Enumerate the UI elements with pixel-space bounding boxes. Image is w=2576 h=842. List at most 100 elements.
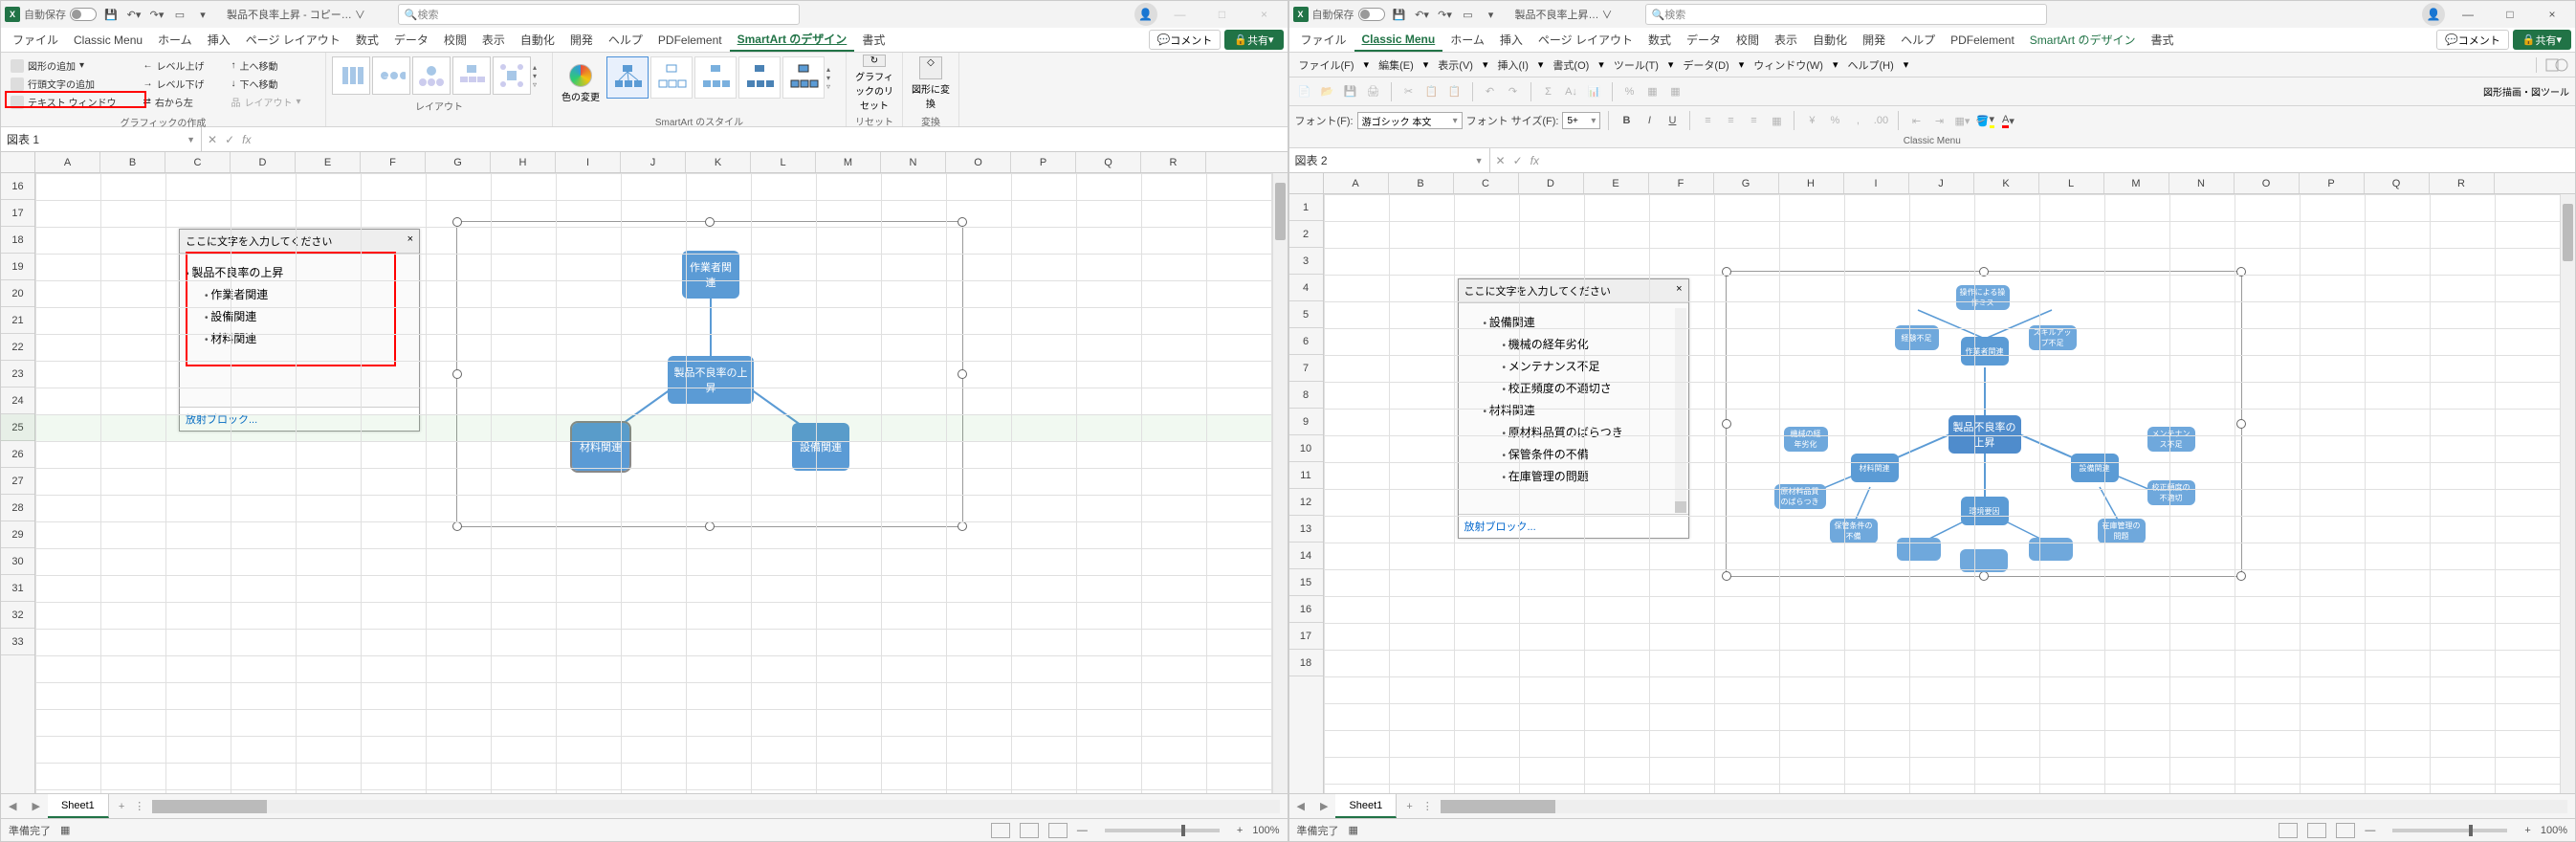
col-header[interactable]: D bbox=[1519, 173, 1584, 193]
qat-sort-icon[interactable]: ▾ bbox=[1481, 4, 1502, 25]
cut-icon[interactable]: ✂ bbox=[1399, 82, 1419, 101]
cm-insert[interactable]: 挿入(I) bbox=[1493, 57, 1531, 73]
view-break-icon[interactable] bbox=[2336, 823, 2355, 838]
tab-review[interactable]: 校閲 bbox=[1728, 28, 1767, 52]
col-header[interactable]: L bbox=[2039, 173, 2104, 193]
demote-button[interactable]: → レベル下げ bbox=[139, 75, 208, 93]
textpane-item[interactable]: 材料関連 bbox=[186, 327, 413, 349]
row-header[interactable]: 32 bbox=[1, 602, 34, 629]
align-center-icon[interactable]: ≡ bbox=[1721, 111, 1740, 130]
convert-button[interactable]: ◇図形に変換 bbox=[909, 56, 953, 110]
cm-tools[interactable]: ツール(T) bbox=[1610, 57, 1662, 73]
borders-icon[interactable]: ▦▾ bbox=[1952, 111, 1971, 130]
paste-icon[interactable]: 📋 bbox=[1445, 82, 1464, 101]
col-header[interactable]: O bbox=[946, 152, 1011, 172]
qat-redo-icon[interactable]: ↷▾ bbox=[146, 4, 167, 25]
sa-node-l2[interactable]: 材料関連 bbox=[1851, 454, 1899, 482]
tab-view[interactable]: 表示 bbox=[1767, 28, 1805, 52]
row-header[interactable]: 1 bbox=[1289, 194, 1323, 221]
rtl-button[interactable]: ⇄ 右から左 bbox=[139, 93, 208, 111]
sa-node-l3[interactable] bbox=[2029, 538, 2073, 561]
layout-button[interactable]: 品 レイアウト ▾ bbox=[227, 93, 304, 111]
user-avatar-icon[interactable]: 👤 bbox=[1134, 3, 1157, 26]
col-header[interactable]: A bbox=[35, 152, 100, 172]
cancel-icon[interactable]: ✕ bbox=[208, 133, 217, 146]
open-icon[interactable]: 📂 bbox=[1318, 82, 1337, 101]
close-button[interactable]: × bbox=[2533, 1, 2571, 28]
qat-undo-icon[interactable]: ↶▾ bbox=[123, 4, 144, 25]
row-header[interactable]: 21 bbox=[1, 307, 34, 334]
align-right-icon[interactable]: ≡ bbox=[1744, 111, 1763, 130]
row-header[interactable]: 18 bbox=[1, 227, 34, 254]
add-shape-button[interactable]: 図形の追加 ▾ bbox=[7, 56, 120, 75]
row-header[interactable]: 33 bbox=[1, 629, 34, 655]
search-input[interactable]: 🔍 検索 bbox=[398, 4, 800, 25]
smartart-canvas[interactable]: 製品不良率の上昇 作業者関連 設備関連 材料関連 環境要因 操作による操作ミス … bbox=[1726, 271, 2242, 577]
bold-button[interactable]: B bbox=[1617, 111, 1636, 130]
qat-sort-icon[interactable]: ▾ bbox=[192, 4, 213, 25]
font-size-select[interactable]: 5+▾ bbox=[1562, 112, 1600, 129]
textpane-footer[interactable]: 放射ブロック... bbox=[1459, 514, 1688, 538]
sa-node-l3[interactable]: 機械の経年劣化 bbox=[1784, 427, 1828, 452]
row-header[interactable]: 3 bbox=[1289, 248, 1323, 275]
cm-help[interactable]: ヘルプ(H) bbox=[1843, 57, 1897, 73]
tab-automate[interactable]: 自動化 bbox=[513, 28, 562, 52]
smartart-canvas[interactable]: 作業者関連 製品不良率の上昇 材料関連 設備関連 bbox=[456, 221, 963, 527]
tab-automate[interactable]: 自動化 bbox=[1805, 28, 1855, 52]
row-header[interactable]: 8 bbox=[1289, 382, 1323, 409]
sa-node-top[interactable]: 作業者関連 bbox=[682, 251, 739, 299]
tab-view[interactable]: 表示 bbox=[474, 28, 513, 52]
zoom-in-icon[interactable]: + bbox=[2524, 825, 2530, 836]
promote-button[interactable]: ← レベル上げ bbox=[139, 56, 208, 75]
maximize-button[interactable]: □ bbox=[1203, 1, 1242, 28]
col-header[interactable]: G bbox=[426, 152, 491, 172]
sheet-nav-next-icon[interactable]: ▶ bbox=[1312, 800, 1335, 812]
add-sheet-button[interactable]: + bbox=[1397, 801, 1421, 812]
tab-data[interactable]: データ bbox=[386, 28, 436, 52]
qat-save-icon[interactable]: 💾 bbox=[1389, 4, 1410, 25]
row-header[interactable]: 12 bbox=[1289, 489, 1323, 516]
sheet-tab[interactable]: Sheet1 bbox=[1335, 794, 1397, 818]
col-header[interactable]: K bbox=[1974, 173, 2039, 193]
sa-node-l2[interactable]: 設備関連 bbox=[2071, 454, 2119, 482]
indent-dec-icon[interactable]: ⇤ bbox=[1906, 111, 1926, 130]
tab-data[interactable]: データ bbox=[1679, 28, 1728, 52]
textpane-item[interactable]: 作業者関連 bbox=[186, 283, 413, 305]
vertical-scrollbar[interactable] bbox=[1272, 173, 1288, 793]
style-gallery[interactable]: ▴▾▿ bbox=[606, 56, 840, 99]
tab-home[interactable]: ホーム bbox=[150, 28, 200, 52]
document-title[interactable]: 製品不良率上昇 - コピー… ∨ bbox=[227, 7, 365, 22]
textpane-item[interactable]: 設備関連 bbox=[186, 305, 413, 327]
col-header[interactable]: B bbox=[1389, 173, 1454, 193]
close-button[interactable]: × bbox=[1245, 1, 1284, 28]
redo2-icon[interactable]: ↷ bbox=[1504, 82, 1523, 101]
sheet-nav-prev-icon[interactable]: ◀ bbox=[1, 800, 24, 812]
row-header[interactable]: 19 bbox=[1, 254, 34, 280]
smartart-text-pane[interactable]: ここに文字を入力してください× 製品不良率の上昇 作業者関連 設備関連 材料関連… bbox=[179, 229, 420, 432]
tab-insert[interactable]: 挿入 bbox=[200, 28, 238, 52]
row-header[interactable]: 11 bbox=[1289, 462, 1323, 489]
qat-print-icon[interactable]: ▭ bbox=[169, 4, 190, 25]
share-button[interactable]: 🔒 共有 ▾ bbox=[1224, 30, 1283, 50]
cm-data[interactable]: データ(D) bbox=[1679, 57, 1732, 73]
row-header[interactable]: 10 bbox=[1289, 435, 1323, 462]
new-icon[interactable]: 📄 bbox=[1295, 82, 1314, 101]
col-header[interactable]: I bbox=[556, 152, 621, 172]
row-header[interactable]: 4 bbox=[1289, 275, 1323, 301]
sa-node-center[interactable]: 製品不良率の上昇 bbox=[668, 356, 754, 404]
tab-file[interactable]: ファイル bbox=[5, 28, 66, 52]
row-header[interactable]: 22 bbox=[1, 334, 34, 361]
row-header[interactable]: 18 bbox=[1289, 650, 1323, 676]
horizontal-scrollbar[interactable] bbox=[1441, 800, 2567, 813]
row-header[interactable]: 28 bbox=[1, 495, 34, 521]
row-header[interactable]: 24 bbox=[1, 388, 34, 414]
row-header[interactable]: 16 bbox=[1, 173, 34, 200]
sheet-nav-prev-icon[interactable]: ◀ bbox=[1289, 800, 1312, 812]
row-header[interactable]: 23 bbox=[1, 361, 34, 388]
sort-icon[interactable]: A↓ bbox=[1562, 82, 1581, 101]
qat-save-icon[interactable]: 💾 bbox=[100, 4, 121, 25]
col-header[interactable]: P bbox=[1011, 152, 1076, 172]
font-select[interactable]: 游ゴシック 本文 ▾ bbox=[1357, 112, 1463, 129]
col-header[interactable]: R bbox=[2430, 173, 2495, 193]
tab-smartart-design[interactable]: SmartArt のデザイン bbox=[730, 28, 855, 52]
